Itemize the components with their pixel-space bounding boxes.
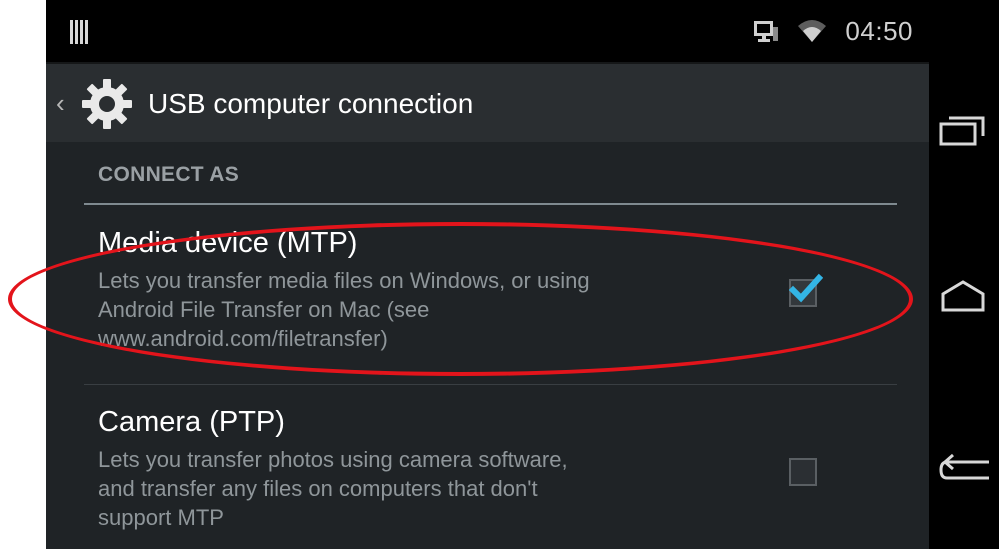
option-description-line: Lets you transfer media files on Windows… xyxy=(98,268,590,293)
section-header: CONNECT AS xyxy=(98,163,240,186)
wifi-icon xyxy=(798,20,827,42)
media-device-checkbox[interactable] xyxy=(789,273,823,307)
home-icon[interactable] xyxy=(937,272,997,316)
option-description-line: www.android.com/filetransfer) xyxy=(98,326,388,351)
navigation-bar xyxy=(929,0,999,549)
section-divider xyxy=(84,203,897,205)
option-description: Lets you transfer photos using camera so… xyxy=(98,445,778,532)
recent-apps-icon[interactable] xyxy=(937,108,997,152)
option-description-line: support MTP xyxy=(98,505,224,530)
checkmark-icon xyxy=(789,273,823,303)
settings-gear-icon[interactable] xyxy=(80,77,134,131)
option-description-line: Lets you transfer photos using camera so… xyxy=(98,447,568,472)
option-camera[interactable]: Camera (PTP) Lets you transfer photos us… xyxy=(98,406,778,532)
option-description-line: Android File Transfer on Mac (see xyxy=(98,297,430,322)
notification-bars-icon xyxy=(70,20,90,44)
android-screen: 04:50 ‹ USB computer connection CONNECT … xyxy=(46,0,929,549)
status-bar: 04:50 xyxy=(46,0,929,62)
option-title: Camera (PTP) xyxy=(98,406,285,438)
status-icons: 04:50 xyxy=(753,14,913,48)
screen-title: USB computer connection xyxy=(148,88,474,119)
option-description-line: and transfer any files on computers that… xyxy=(98,476,538,501)
camera-checkbox[interactable] xyxy=(789,458,817,486)
clock-time: 04:50 xyxy=(845,15,913,46)
option-description: Lets you transfer media files on Windows… xyxy=(98,266,778,353)
list-divider xyxy=(84,384,897,385)
up-caret-icon[interactable]: ‹ xyxy=(56,88,65,119)
screen-icon xyxy=(754,21,779,42)
action-bar[interactable]: ‹ USB computer connection xyxy=(46,62,929,142)
option-media-device[interactable]: Media device (MTP) Lets you transfer med… xyxy=(98,227,778,353)
option-title: Media device (MTP) xyxy=(98,227,358,259)
back-icon[interactable] xyxy=(937,446,997,490)
